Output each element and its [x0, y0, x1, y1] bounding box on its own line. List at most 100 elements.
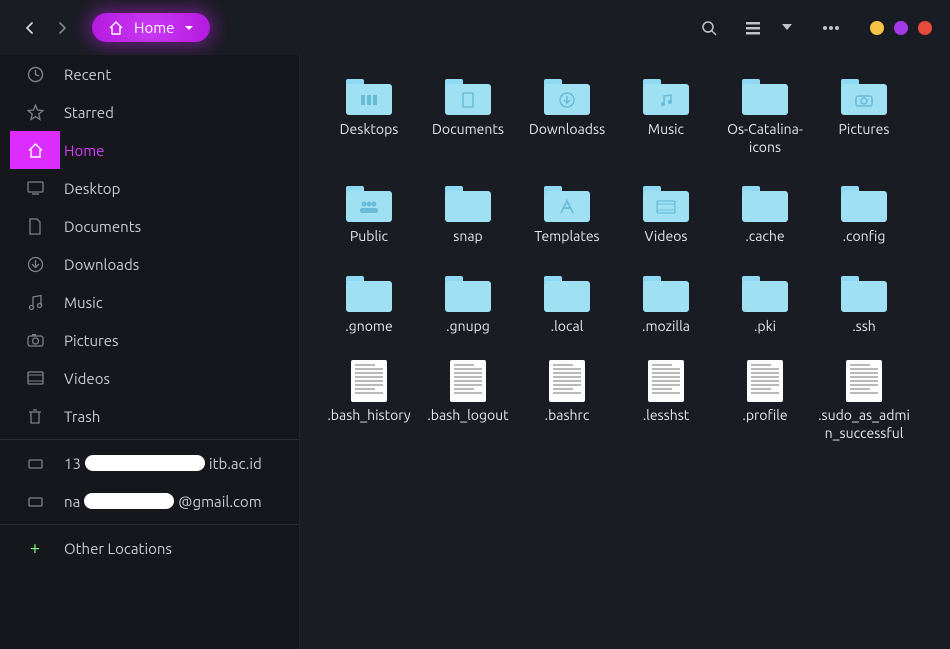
folder-icon — [742, 79, 788, 115]
folder-icon — [346, 276, 392, 312]
file-icon — [450, 360, 486, 402]
home-icon — [108, 20, 124, 36]
menu-button[interactable] — [820, 17, 842, 39]
path-label: Home — [134, 19, 174, 36]
item-label: .lesshst — [643, 407, 690, 425]
folder-item[interactable]: .cache — [716, 180, 814, 248]
sidebar-item-videos[interactable]: Videos — [0, 359, 299, 397]
folder-icon — [643, 276, 689, 312]
view-list-button[interactable] — [742, 17, 764, 39]
file-item[interactable]: .sudo_as_admin_successful — [815, 359, 913, 444]
item-label: .bash_logout — [427, 407, 508, 425]
sidebar-item-label: Home — [60, 142, 104, 159]
music-icon — [10, 294, 60, 311]
window-controls — [870, 21, 932, 35]
folder-item[interactable]: Desktops — [320, 73, 418, 158]
file-item[interactable]: .profile — [716, 359, 814, 444]
folder-icon — [643, 79, 689, 115]
file-icon — [549, 360, 585, 402]
sidebar-item-label: Downloads — [60, 256, 139, 273]
sidebar-other-locations[interactable]: +Other Locations — [0, 529, 299, 567]
folder-item[interactable]: snap — [419, 180, 517, 248]
view-more-dropdown[interactable] — [776, 17, 798, 39]
folder-item[interactable]: Os-Catalina-icons — [716, 73, 814, 158]
folder-item[interactable]: .ssh — [815, 270, 913, 338]
plus-icon: + — [10, 538, 60, 558]
item-label: Downloadss — [529, 121, 605, 139]
folder-item[interactable]: Downloadss — [518, 73, 616, 158]
item-label: Public — [350, 228, 388, 246]
drive-icon — [10, 456, 60, 471]
document-icon — [10, 218, 60, 235]
search-button[interactable] — [698, 17, 720, 39]
sidebar-account-0[interactable]: 13itb.ac.id — [0, 444, 299, 482]
video-icon — [10, 371, 60, 385]
folder-item[interactable]: .config — [815, 180, 913, 248]
file-item[interactable]: .bash_history — [320, 359, 418, 444]
sidebar-item-pictures[interactable]: Pictures — [0, 321, 299, 359]
sidebar-item-label: Starred — [60, 104, 114, 121]
item-label: Music — [648, 121, 684, 139]
folder-item[interactable]: Documents — [419, 73, 517, 158]
path-pill[interactable]: Home — [92, 13, 210, 42]
sidebar-item-recent[interactable]: Recent — [0, 55, 299, 93]
sidebar-item-label: Videos — [60, 370, 110, 387]
folder-item[interactable]: Music — [617, 73, 715, 158]
folder-icon — [544, 79, 590, 115]
file-icon — [648, 360, 684, 402]
maximize-button[interactable] — [894, 21, 908, 35]
back-button[interactable] — [18, 16, 42, 40]
drive-icon — [10, 494, 60, 509]
item-label: .gnupg — [446, 318, 490, 336]
home-icon — [10, 131, 60, 169]
folder-icon — [445, 79, 491, 115]
sidebar-item-documents[interactable]: Documents — [0, 207, 299, 245]
folder-item[interactable]: .gnome — [320, 270, 418, 338]
sidebar-item-label: na@gmail.com — [60, 493, 262, 510]
folder-icon — [445, 276, 491, 312]
sidebar-item-music[interactable]: Music — [0, 283, 299, 321]
folder-item[interactable]: Pictures — [815, 73, 913, 158]
star-icon — [10, 104, 60, 121]
close-button[interactable] — [918, 21, 932, 35]
sidebar-item-label: Pictures — [60, 332, 119, 349]
item-label: .bashrc — [545, 407, 590, 425]
sidebar-item-trash[interactable]: Trash — [0, 397, 299, 435]
folder-item[interactable]: Templates — [518, 180, 616, 248]
trash-icon — [10, 408, 60, 425]
sidebar-account-1[interactable]: na@gmail.com — [0, 482, 299, 520]
minimize-button[interactable] — [870, 21, 884, 35]
folder-icon — [742, 276, 788, 312]
sidebar-item-label: Documents — [60, 218, 141, 235]
sidebar-item-starred[interactable]: Starred — [0, 93, 299, 131]
file-item[interactable]: .bash_logout — [419, 359, 517, 444]
file-icon — [351, 360, 387, 402]
folder-item[interactable]: Videos — [617, 180, 715, 248]
sidebar-item-home[interactable]: Home — [0, 131, 299, 169]
folder-icon — [643, 186, 689, 222]
item-label: .config — [843, 228, 886, 246]
item-label: Pictures — [839, 121, 890, 139]
folder-icon — [445, 186, 491, 222]
item-label: Os-Catalina-icons — [718, 121, 812, 156]
desktop-icon — [10, 181, 60, 195]
item-label: .mozilla — [642, 318, 690, 336]
folder-item[interactable]: .local — [518, 270, 616, 338]
item-label: .profile — [742, 407, 787, 425]
file-item[interactable]: .lesshst — [617, 359, 715, 444]
sidebar: Recent Starred Home Desktop Documents Downloa… — [0, 55, 300, 649]
item-label: Videos — [645, 228, 688, 246]
sidebar-item-downloads[interactable]: Downloads — [0, 245, 299, 283]
file-item[interactable]: .bashrc — [518, 359, 616, 444]
item-label: .cache — [745, 228, 784, 246]
folder-item[interactable]: .mozilla — [617, 270, 715, 338]
camera-icon — [10, 333, 60, 347]
folder-item[interactable]: Public — [320, 180, 418, 248]
chevron-down-icon — [184, 25, 194, 33]
file-icon — [846, 360, 882, 402]
folder-item[interactable]: .gnupg — [419, 270, 517, 338]
sidebar-item-desktop[interactable]: Desktop — [0, 169, 299, 207]
folder-item[interactable]: .pki — [716, 270, 814, 338]
forward-button[interactable] — [50, 16, 74, 40]
sidebar-item-label: Music — [60, 294, 103, 311]
